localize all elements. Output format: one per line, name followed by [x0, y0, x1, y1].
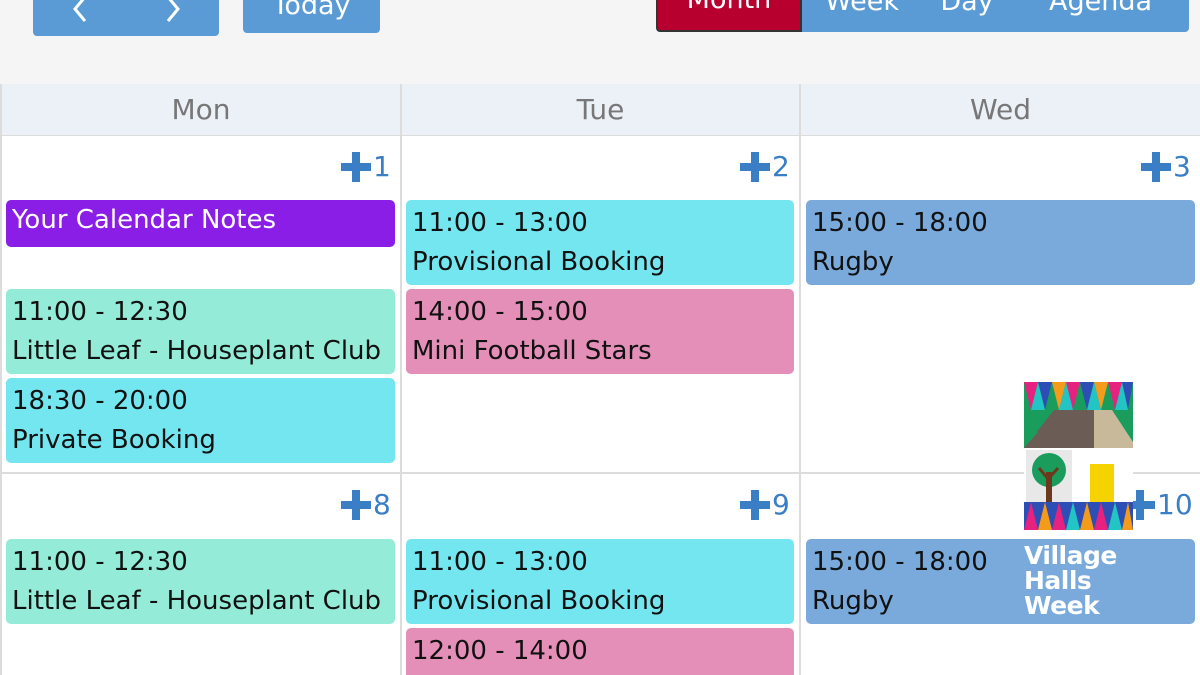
day-number: 1 [373, 150, 391, 183]
day-number: 10 [1157, 488, 1193, 521]
plus-icon [740, 151, 770, 182]
day-number: 3 [1173, 150, 1191, 183]
logo-line: Village [1024, 541, 1117, 570]
event-time: 11:00 - 12:30 [12, 547, 188, 577]
day-number: 9 [772, 488, 790, 521]
column-header-tue: Tue [402, 84, 799, 135]
add-event-day-10[interactable]: 10 [1125, 488, 1193, 521]
event-card[interactable]: 15:00 - 18:00 Rugby [806, 200, 1195, 285]
event-card[interactable]: 11:00 - 13:00 Provisional Booking [406, 200, 794, 285]
add-event-day-8[interactable]: 8 [341, 488, 391, 521]
event-time: 18:30 - 20:00 [12, 386, 188, 416]
view-agenda-button[interactable]: Agenda [1012, 0, 1189, 32]
add-event-day-9[interactable]: 9 [740, 488, 790, 521]
event-card[interactable]: 12:00 - 14:00 [406, 628, 794, 675]
event-card[interactable]: 18:30 - 20:00 Private Booking [6, 378, 395, 463]
view-day-button[interactable]: Day [922, 0, 1012, 32]
add-event-day-2[interactable]: 2 [740, 150, 790, 183]
event-title: Your Calendar Notes [12, 205, 277, 235]
add-event-day-1[interactable]: 1 [341, 150, 391, 183]
event-card[interactable]: 11:00 - 13:00 Provisional Booking [406, 539, 794, 624]
view-month-button[interactable]: Month [656, 0, 802, 32]
chevron-left-icon [72, 0, 86, 22]
village-halls-week-logo [1024, 382, 1133, 530]
event-time: 15:00 - 18:00 [812, 208, 988, 238]
column-header-mon: Mon [2, 84, 400, 135]
nav-button-group [33, 0, 219, 36]
event-title: Provisional Booking [412, 247, 666, 277]
plus-icon [740, 489, 770, 520]
event-card[interactable]: 11:00 - 12:30 Little Leaf - Houseplant C… [6, 539, 395, 624]
plus-icon [341, 151, 371, 182]
logo-wordmark: Village Halls Week [1024, 543, 1164, 618]
calendar-notes-event[interactable]: Your Calendar Notes [6, 200, 395, 247]
grid-line [799, 84, 801, 675]
day-number: 2 [772, 150, 790, 183]
day-number: 8 [373, 488, 391, 521]
plus-icon [341, 489, 371, 520]
event-time: 11:00 - 13:00 [412, 208, 588, 238]
event-title: Provisional Booking [412, 586, 666, 616]
view-switcher: Month Week Day Agenda [656, 0, 1189, 32]
view-week-button[interactable]: Week [802, 0, 922, 32]
chevron-right-icon [166, 0, 180, 22]
logo-line: Halls [1024, 566, 1092, 595]
next-button[interactable] [126, 0, 219, 36]
plus-icon [1141, 151, 1171, 182]
event-card[interactable]: 11:00 - 12:30 Little Leaf - Houseplant C… [6, 289, 395, 374]
column-header-wed: Wed [801, 84, 1200, 135]
logo-line: Week [1024, 591, 1100, 620]
grid-line [400, 84, 402, 675]
grid-line [0, 472, 1200, 474]
today-button[interactable]: Today [243, 0, 380, 33]
calendar-toolbar: Today Month Week Day Agenda [0, 0, 1200, 84]
grid-line [0, 84, 2, 675]
event-card[interactable]: 14:00 - 15:00 Mini Football Stars [406, 289, 794, 374]
event-time: 11:00 - 12:30 [12, 297, 188, 327]
prev-button[interactable] [33, 0, 126, 36]
event-title: Mini Football Stars [412, 336, 652, 366]
event-time: 14:00 - 15:00 [412, 297, 588, 327]
event-title: Little Leaf - Houseplant Club [12, 586, 382, 616]
event-time: 12:00 - 14:00 [412, 636, 588, 666]
add-event-day-3[interactable]: 3 [1141, 150, 1191, 183]
event-time: 11:00 - 13:00 [412, 547, 588, 577]
event-title: Rugby [812, 247, 894, 277]
event-title: Little Leaf - Houseplant Club [12, 336, 382, 366]
event-title: Private Booking [12, 425, 216, 455]
